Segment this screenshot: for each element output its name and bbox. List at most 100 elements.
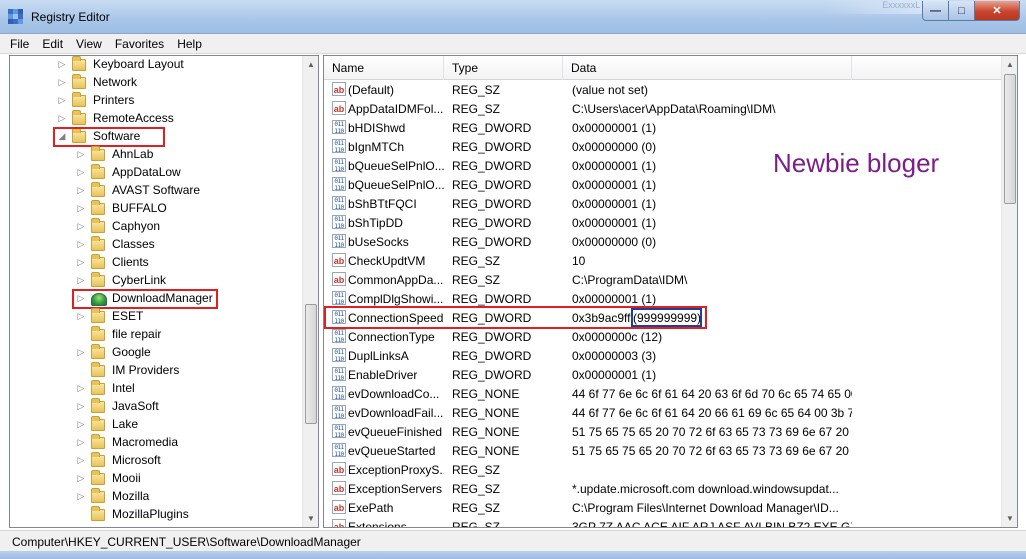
highlight-box — [53, 127, 165, 147]
tree-item-file-repair[interactable]: file repair — [10, 326, 302, 344]
list-scrollbar[interactable]: ▲ ▼ — [1001, 56, 1017, 527]
expand-arrow-icon[interactable]: ▷ — [76, 221, 86, 232]
tree-item-eset[interactable]: ▷ ESET — [10, 308, 302, 326]
expand-arrow-icon[interactable]: ▷ — [57, 59, 67, 70]
menu-favorites[interactable]: Favorites — [115, 37, 164, 51]
value-row-commonappda[interactable]: ab CommonAppDa... REG_SZ C:\ProgramData\IDM… — [324, 270, 1002, 289]
expand-arrow-icon[interactable]: ▷ — [76, 419, 86, 430]
tree-scrollbar-thumb[interactable] — [305, 304, 317, 424]
value-name: bUseSocks — [348, 235, 409, 249]
menu-edit[interactable]: Edit — [42, 37, 63, 51]
menu-bar: File Edit View Favorites Help — [0, 34, 1026, 54]
tree-item-intel[interactable]: ▷ Intel — [10, 380, 302, 398]
tree-item-mozilla[interactable]: ▷ Mozilla — [10, 488, 302, 506]
tree-item-im-providers[interactable]: IM Providers — [10, 362, 302, 380]
tree-item-network[interactable]: ▷ Network — [10, 74, 302, 92]
highlight-box — [324, 306, 707, 329]
expand-arrow-icon[interactable]: ▷ — [57, 95, 67, 106]
menu-file[interactable]: File — [10, 37, 29, 51]
value-row-evqueuestarted[interactable]: 011 110 evQueueStarted REG_NONE 51 75 65 75 … — [324, 441, 1002, 460]
value-row-evqueuefinished[interactable]: 011 110 evQueueFinished REG_NONE 51 75 65 75… — [324, 422, 1002, 441]
column-header-type[interactable]: Type — [444, 56, 563, 80]
value-row-appdataidmfol[interactable]: ab AppDataIDMFol... REG_SZ C:\Users\acer\Ap… — [324, 99, 1002, 118]
expand-arrow-icon[interactable]: ▷ — [57, 113, 67, 124]
value-row-bshtipdd[interactable]: 011 110 bShTipDD REG_DWORD 0x00000001 (1) — [324, 213, 1002, 232]
expand-arrow-icon[interactable]: ▷ — [76, 383, 86, 394]
value-row-bhdishwd[interactable]: 011 110 bHDIShwd REG_DWORD 0x00000001 (1) — [324, 118, 1002, 137]
scroll-up-icon[interactable]: ▲ — [303, 56, 318, 73]
tree-item-remoteaccess[interactable]: ▷ RemoteAccess — [10, 110, 302, 128]
expand-arrow-icon[interactable]: ▷ — [76, 185, 86, 196]
tree-item-clients[interactable]: ▷ Clients — [10, 254, 302, 272]
value-row-bshbttfqci[interactable]: 011 110 bShBTtFQCI REG_DWORD 0x00000001 (1) — [324, 194, 1002, 213]
tree-item-google[interactable]: ▷ Google — [10, 344, 302, 362]
scroll-up-icon[interactable]: ▲ — [1002, 56, 1017, 73]
expand-arrow-icon[interactable]: ▷ — [57, 77, 67, 88]
value-row-checkupdtvm[interactable]: ab CheckUpdtVM REG_SZ 10 — [324, 251, 1002, 270]
value-row-connectiontype[interactable]: 011 110 ConnectionType REG_DWORD 0x0000000c … — [324, 327, 1002, 346]
value-row-dupllinksa[interactable]: 011 110 DuplLinksA REG_DWORD 0x00000003 (3) — [324, 346, 1002, 365]
value-row-exceptionproxys[interactable]: ab ExceptionProxyS... REG_SZ — [324, 460, 1002, 479]
values-list-pane[interactable]: Name Type Data ab (Default) REG_SZ (value n… — [323, 55, 1018, 528]
value-row-evdownloadco[interactable]: 011 110 evDownloadCo... REG_NONE 44 6f 77 6e… — [324, 384, 1002, 403]
binary-value-icon: 011 110 — [332, 196, 346, 211]
value-row-busesocks[interactable]: 011 110 bUseSocks REG_DWORD 0x00000000 (0) — [324, 232, 1002, 251]
tree-item-classes[interactable]: ▷ Classes — [10, 236, 302, 254]
value-name: AppDataIDMFol... — [348, 102, 444, 116]
tree-item-lake[interactable]: ▷ Lake — [10, 416, 302, 434]
list-scrollbar-thumb[interactable] — [1004, 74, 1016, 204]
key-tree-pane[interactable]: ▷ Keyboard Layout ▷ Network ▷ Printers ▷ Remote… — [9, 55, 319, 528]
value-type: REG_NONE — [452, 387, 520, 401]
value-row-extensions[interactable]: ab Extensions REG_SZ 3GP 7Z AAC ACE AIF ARJ… — [324, 517, 1002, 527]
tree-item-buffalo[interactable]: ▷ BUFFALO — [10, 200, 302, 218]
scroll-down-icon[interactable]: ▼ — [303, 510, 318, 527]
expand-arrow-icon[interactable]: ▷ — [76, 473, 86, 484]
folder-icon — [91, 452, 105, 467]
value-row-evdownloadfail[interactable]: 011 110 evDownloadFail... REG_NONE 44 6f 77 … — [324, 403, 1002, 422]
column-header-name[interactable]: Name — [324, 56, 444, 80]
tree-item-caphyon[interactable]: ▷ Caphyon — [10, 218, 302, 236]
value-row-default[interactable]: ab (Default) REG_SZ (value not set) — [324, 80, 1002, 99]
maximize-button[interactable]: □ — [949, 1, 975, 21]
window-frame-bottom — [0, 551, 1026, 559]
tree-item-mooii[interactable]: ▷ Mooii — [10, 470, 302, 488]
tree-item-microsoft[interactable]: ▷ Microsoft — [10, 452, 302, 470]
tree-item-avast-software[interactable]: ▷ AVAST Software — [10, 182, 302, 200]
tree-item-appdatalow[interactable]: ▷ AppDataLow — [10, 164, 302, 182]
tree-item-mozillaplugins[interactable]: MozillaPlugins — [10, 506, 302, 524]
scroll-down-icon[interactable]: ▼ — [1002, 510, 1017, 527]
tree-scrollbar[interactable]: ▲ ▼ — [302, 56, 318, 527]
menu-view[interactable]: View — [76, 37, 102, 51]
expand-arrow-icon[interactable]: ▷ — [76, 491, 86, 502]
minimize-button[interactable]: — — [922, 1, 949, 21]
expand-arrow-icon[interactable]: ▷ — [76, 257, 86, 268]
menu-help[interactable]: Help — [177, 37, 202, 51]
expand-arrow-icon[interactable]: ▷ — [76, 437, 86, 448]
value-type: REG_SZ — [452, 83, 501, 97]
value-row-enabledriver[interactable]: 011 110 EnableDriver REG_DWORD 0x00000001 (1… — [324, 365, 1002, 384]
expand-arrow-icon[interactable]: ▷ — [76, 149, 86, 160]
column-header-data[interactable]: Data — [563, 56, 852, 80]
tree-item-macromedia[interactable]: ▷ Macromedia — [10, 434, 302, 452]
folder-icon — [91, 416, 105, 431]
close-button[interactable]: ✕ — [975, 1, 1020, 21]
expand-arrow-icon[interactable]: ▷ — [76, 401, 86, 412]
expand-arrow-icon[interactable]: ▷ — [76, 167, 86, 178]
expand-arrow-icon[interactable]: ▷ — [76, 311, 86, 322]
tree-item-javasoft[interactable]: ▷ JavaSoft — [10, 398, 302, 416]
folder-icon — [91, 506, 105, 521]
value-type: REG_NONE — [452, 425, 520, 439]
tree-item-label: Mozilla — [112, 489, 150, 503]
expand-arrow-icon[interactable]: ▷ — [76, 275, 86, 286]
tree-item-cyberlink[interactable]: ▷ CyberLink — [10, 272, 302, 290]
expand-arrow-icon[interactable]: ▷ — [76, 203, 86, 214]
tree-item-ahnlab[interactable]: ▷ AhnLab — [10, 146, 302, 164]
value-row-exepath[interactable]: ab ExePath REG_SZ C:\Program Files\Internet… — [324, 498, 1002, 517]
expand-arrow-icon[interactable]: ▷ — [76, 239, 86, 250]
tree-item-keyboard-layout[interactable]: ▷ Keyboard Layout — [10, 56, 302, 74]
expand-arrow-icon[interactable]: ▷ — [76, 455, 86, 466]
value-row-exceptionservers[interactable]: ab ExceptionServers REG_SZ *.update.microso… — [324, 479, 1002, 498]
expand-arrow-icon[interactable]: ▷ — [76, 347, 86, 358]
value-data: 0x00000001 (1) — [572, 178, 657, 192]
tree-item-printers[interactable]: ▷ Printers — [10, 92, 302, 110]
